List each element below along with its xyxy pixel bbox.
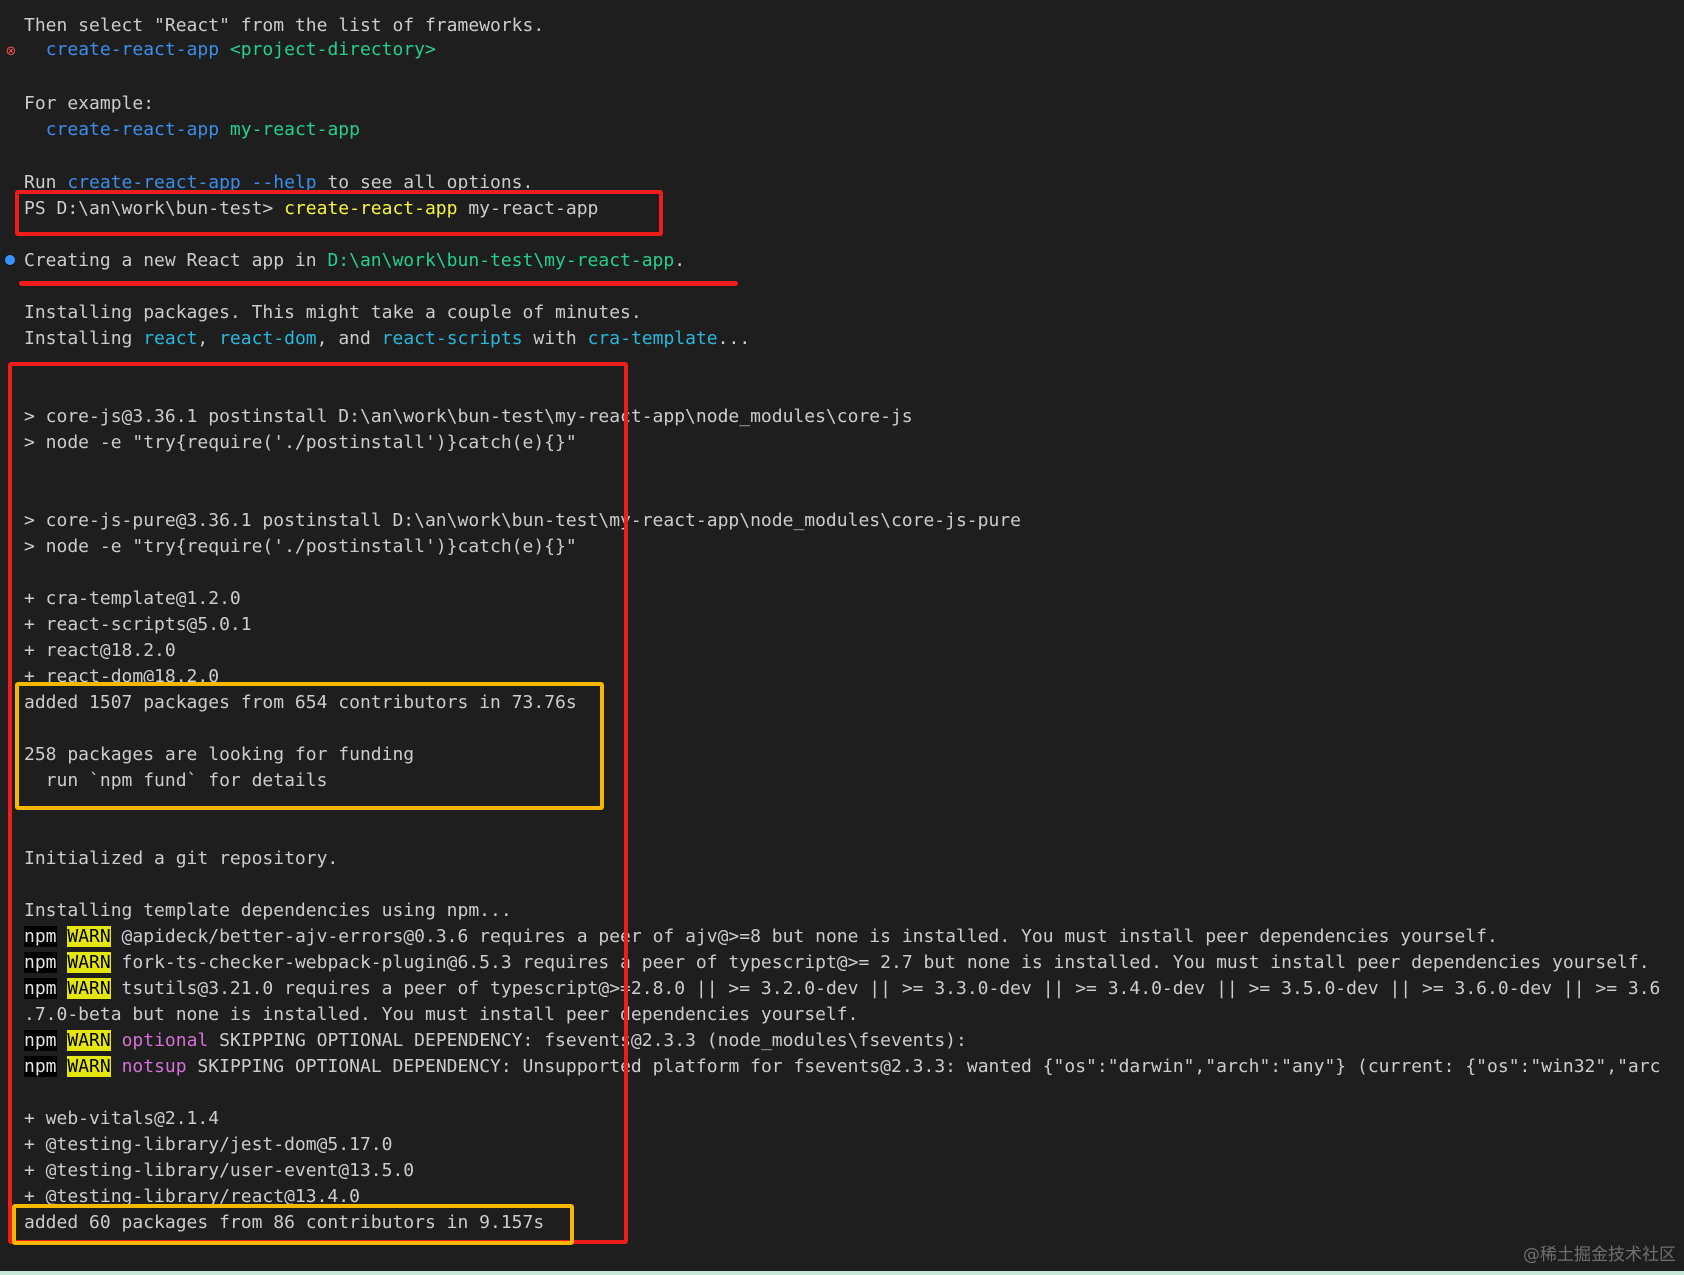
prompt-line: PS D:\an\work\bun-test> create-react-app…	[24, 196, 598, 222]
warn-message: @apideck/better-ajv-errors@0.3.6 require…	[110, 926, 1498, 947]
npm-warn-line-4: npm WARN optional SKIPPING OPTIONAL DEPE…	[24, 1028, 967, 1054]
run-prefix: Run	[24, 172, 68, 193]
creating-app-underline	[19, 281, 738, 286]
info-dot-icon[interactable]	[5, 255, 15, 265]
output-line-added-react-scripts: + react-scripts@5.0.1	[24, 614, 252, 635]
npm-warn-line-3: npm WARN tsutils@3.21.0 requires a peer …	[24, 976, 1660, 1002]
output-line-added-summary-1: added 1507 packages from 654 contributor…	[24, 692, 577, 713]
output-line-corejs-node: > node -e "try{require('./postinstall')}…	[24, 432, 577, 453]
package-react-scripts: react-scripts	[381, 328, 523, 349]
output-line-added-user-event: + @testing-library/user-event@13.5.0	[24, 1160, 415, 1181]
bottom-border-strip	[0, 1271, 1684, 1275]
warn-message: tsutils@3.21.0 requires a peer of typesc…	[110, 978, 1661, 999]
prompt-text: PS D:\an\work\bun-test>	[24, 198, 285, 219]
output-line-git-init: Initialized a git repository.	[24, 848, 339, 869]
output-line-select-react: Then select "React" from the list of fra…	[24, 15, 545, 36]
output-line-creating-app: Creating a new React app in D:\an\work\b…	[24, 248, 685, 274]
ellipsis: ...	[717, 328, 751, 349]
output-line-run-help: Run create-react-app --help to see all o…	[24, 170, 533, 196]
warn-badge: WARN	[67, 1056, 111, 1077]
example-argument: my-react-app	[229, 119, 360, 140]
output-line-example: create-react-app my-react-app	[24, 117, 360, 143]
output-line-for-example: For example:	[24, 93, 155, 114]
watermark: @稀土掘金技术社区	[1523, 1245, 1676, 1265]
warn-badge: WARN	[67, 952, 111, 973]
run-help-command: create-react-app --help	[67, 172, 317, 193]
optional-label: optional	[121, 1030, 209, 1051]
warn-badge: WARN	[67, 978, 111, 999]
output-line-added-testing-react: + @testing-library/react@13.4.0	[24, 1186, 360, 1207]
prompt-command: create-react-app	[284, 198, 458, 219]
output-line-added-react: + react@18.2.0	[24, 640, 176, 661]
npm-label: npm	[24, 1030, 57, 1051]
npm-warn-line-1: npm WARN @apideck/better-ajv-errors@0.3.…	[24, 924, 1498, 950]
warn-badge: WARN	[67, 926, 111, 947]
notsup-label: notsup	[121, 1056, 187, 1077]
separator-1: ,	[197, 328, 220, 349]
with-text: with	[522, 328, 588, 349]
output-line-corejs-pure-postinstall: > core-js-pure@3.36.1 postinstall D:\an\…	[24, 510, 1021, 531]
output-line-usage: create-react-app <project-directory>	[24, 37, 436, 63]
output-line-added-cra-template: + cra-template@1.2.0	[24, 588, 241, 609]
npm-label: npm	[24, 952, 57, 973]
warn-message: fork-ts-checker-webpack-plugin@6.5.3 req…	[110, 952, 1650, 973]
installing-prefix: Installing	[24, 328, 144, 349]
output-line-added-web-vitals: + web-vitals@2.1.4	[24, 1108, 220, 1129]
creating-path: D:\an\work\bun-test\my-react-app	[327, 250, 675, 271]
example-command: create-react-app	[45, 119, 220, 140]
run-suffix: to see all options.	[316, 172, 534, 193]
warn-message: SKIPPING OPTIONAL DEPENDENCY: fsevents@2…	[208, 1030, 967, 1051]
usage-argument: <project-directory>	[229, 39, 436, 60]
output-line-installing-packages: Installing packages. This might take a c…	[24, 302, 642, 323]
output-line-installing-template: Installing template dependencies using n…	[24, 900, 512, 921]
output-line-added-jest-dom: + @testing-library/jest-dom@5.17.0	[24, 1134, 393, 1155]
npm-warn-line-3-continued: .7.0-beta but none is installed. You mus…	[24, 1004, 859, 1025]
npm-label: npm	[24, 978, 57, 999]
output-line-funding: 258 packages are looking for funding	[24, 744, 415, 765]
npm-warn-line-5: npm WARN notsup SKIPPING OPTIONAL DEPEND…	[24, 1054, 1660, 1080]
package-cra-template: cra-template	[587, 328, 718, 349]
npm-label: npm	[24, 926, 57, 947]
npm-warn-line-2: npm WARN fork-ts-checker-webpack-plugin@…	[24, 950, 1650, 976]
output-line-corejs-postinstall: > core-js@3.36.1 postinstall D:\an\work\…	[24, 406, 913, 427]
output-line-corejs-pure-node: > node -e "try{require('./postinstall')}…	[24, 536, 577, 557]
npm-label: npm	[24, 1056, 57, 1077]
separator-2: , and	[316, 328, 382, 349]
output-line-funding-details: run `npm fund` for details	[24, 770, 328, 791]
warn-message: SKIPPING OPTIONAL DEPENDENCY: Unsupporte…	[186, 1056, 1661, 1077]
output-line-installing-with: Installing react, react-dom, and react-s…	[24, 326, 750, 352]
terminal-panel[interactable]: ⊗ Then select "React" from the list of f…	[0, 0, 1684, 1275]
package-react-dom: react-dom	[219, 328, 317, 349]
warn-badge: WARN	[67, 1030, 111, 1051]
usage-command: create-react-app	[45, 39, 220, 60]
prompt-argument: my-react-app	[457, 198, 599, 219]
error-circle-icon[interactable]: ⊗	[4, 45, 18, 59]
package-react: react	[143, 328, 198, 349]
output-line-added-react-dom: + react-dom@18.2.0	[24, 666, 220, 687]
output-line-added-summary-2: added 60 packages from 86 contributors i…	[24, 1212, 545, 1233]
creating-suffix: .	[674, 250, 686, 271]
creating-prefix: Creating a new React app in	[24, 250, 328, 271]
